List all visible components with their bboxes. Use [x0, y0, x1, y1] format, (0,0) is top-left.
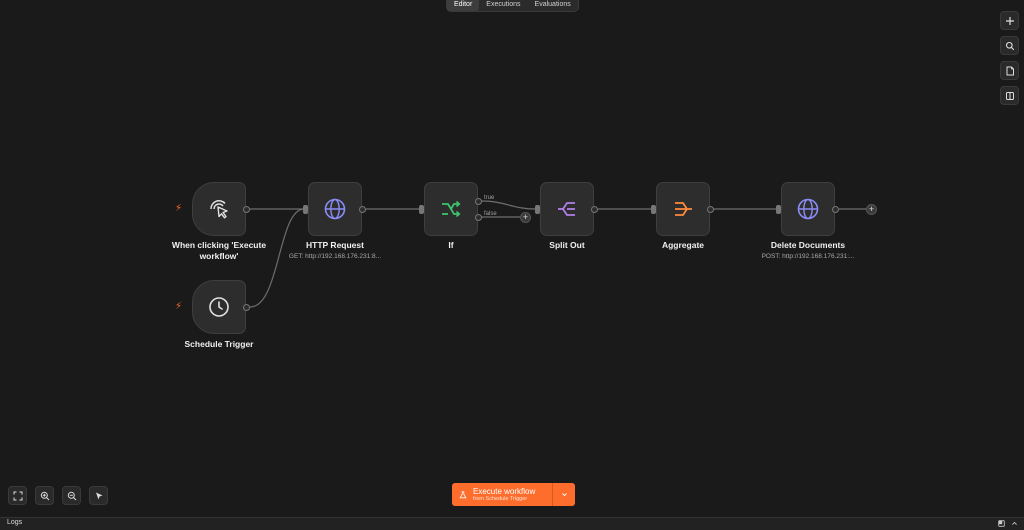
globe-icon — [797, 198, 819, 220]
connection-if-true-to-split — [481, 200, 537, 210]
aggregate-output-port[interactable] — [707, 206, 714, 213]
cursor-click-icon — [210, 200, 228, 219]
node-split-out[interactable] — [540, 182, 594, 236]
trigger-bolt-icon: ⚡ — [175, 203, 183, 214]
split-icon — [558, 202, 575, 216]
execute-workflow-label: Execute workflow — [473, 486, 536, 496]
schedule-trigger-label: Schedule Trigger — [184, 339, 254, 349]
if-false-label: false — [484, 211, 497, 217]
delete-documents-label: Delete Documents — [770, 240, 846, 250]
node-delete-documents[interactable] — [781, 182, 835, 236]
globe-icon — [324, 198, 346, 220]
if-false-output-port[interactable] — [475, 214, 482, 221]
zoom-out-icon — [67, 491, 76, 500]
split-out-output-port[interactable] — [591, 206, 598, 213]
fit-view-icon — [13, 491, 22, 500]
pointer-mode-button[interactable] — [89, 486, 108, 505]
clock-icon — [209, 297, 229, 317]
execute-workflow-sublabel: from Schedule Trigger — [473, 495, 528, 502]
zoom-in-button[interactable] — [35, 486, 54, 505]
execute-workflow-main[interactable]: Execute workflow from Schedule Trigger — [452, 483, 552, 506]
node-if[interactable] — [424, 182, 478, 236]
manual-trigger-output-port[interactable] — [243, 206, 250, 213]
if-label: If — [448, 240, 454, 250]
http-request-output-port[interactable] — [359, 206, 366, 213]
connections-layer — [249, 200, 866, 308]
aggregate-icon — [675, 202, 692, 216]
node-manual-trigger[interactable] — [192, 182, 246, 236]
flask-icon — [459, 490, 467, 498]
if-true-output-port[interactable] — [475, 198, 482, 205]
zoom-out-button[interactable] — [62, 486, 81, 505]
logs-label: Logs — [7, 519, 23, 526]
if-true-label: true — [484, 195, 495, 201]
manual-trigger-label: When clicking 'Execute workflow' — [171, 240, 267, 261]
execute-workflow-button[interactable]: Execute workflow from Schedule Trigger — [452, 483, 575, 506]
branch-icon — [442, 200, 461, 218]
node-aggregate[interactable] — [656, 182, 710, 236]
logs-panel-bar[interactable]: Logs — [0, 517, 1024, 530]
node-http-request[interactable] — [308, 182, 362, 236]
open-panel-icon[interactable] — [998, 520, 1005, 527]
node-schedule-trigger[interactable] — [192, 280, 246, 334]
execute-workflow-dropdown[interactable] — [552, 483, 575, 506]
trigger-bolt-icon: ⚡ — [175, 301, 183, 312]
chevron-down-icon — [561, 493, 567, 497]
fit-view-button[interactable] — [8, 486, 27, 505]
delete-documents-add-node-button[interactable]: + — [866, 204, 877, 215]
split-out-label: Split Out — [549, 240, 585, 250]
http-request-subtitle: GET: http://192.168.176.231:8... — [288, 253, 382, 260]
workflow-canvas[interactable]: Editor Executions Evaluations ⚡ When cli… — [0, 0, 1024, 530]
chevron-up-icon[interactable] — [1011, 520, 1018, 527]
zoom-in-icon — [40, 491, 49, 500]
delete-documents-output-port[interactable] — [832, 206, 839, 213]
delete-documents-subtitle: POST: http://192.168.176.231:... — [761, 253, 855, 260]
pointer-icon — [95, 492, 102, 499]
schedule-trigger-output-port[interactable] — [243, 304, 250, 311]
if-false-add-node-button[interactable]: + — [520, 212, 531, 223]
http-request-label: HTTP Request — [306, 240, 364, 250]
aggregate-label: Aggregate — [661, 240, 705, 250]
